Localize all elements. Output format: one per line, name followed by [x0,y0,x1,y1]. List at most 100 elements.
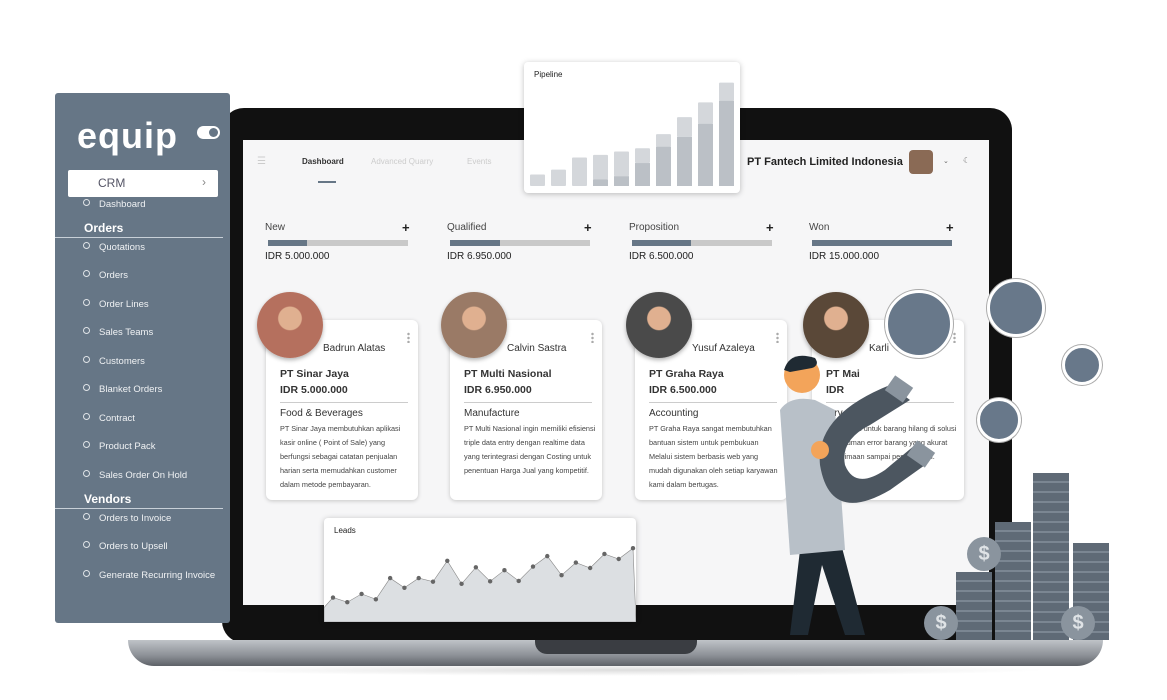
active-tab-indicator [318,181,336,183]
coin-stack [995,522,1031,640]
deal-amount: IDR 6.950.000 [464,384,532,396]
pipeline-bar-lower [593,179,608,186]
contact-bubble-man [987,279,1045,337]
leads-point [330,595,336,600]
pipeline-bar-upper [614,151,629,177]
pipeline-bar-lower [614,176,629,186]
pipeline-chart [530,82,734,186]
sidebar-item-generate-recurring-invoice[interactable]: Generate Recurring Invoice [83,570,215,581]
leads-point [616,556,621,562]
menu-icon[interactable]: ☰ [257,156,266,167]
stage-progress-fill [812,240,952,246]
add-qualified-button[interactable]: + [584,220,592,235]
sidebar-toggle[interactable] [197,126,220,139]
deal-amount: IDR 6.500.000 [649,384,717,396]
pipeline-bar-upper [551,169,566,186]
pipeline-bar-lower [656,146,671,186]
stage-amount: IDR 6.500.000 [629,251,694,262]
sidebar-item-product-pack[interactable]: Product Pack [83,441,156,452]
sidebar-divider [55,237,223,238]
leads-point [587,565,593,571]
tab-advanced-quarry[interactable]: Advanced Quarry [371,157,433,166]
sidebar-item-orders[interactable]: Orders [83,270,128,281]
leads-point [402,585,407,590]
add-won-button[interactable]: + [946,220,954,235]
sidebar-item-customers[interactable]: Customers [83,356,145,367]
contact-avatar [803,292,869,358]
contact-name: Badrun Alatas [323,343,386,354]
person-with-magnet-illustration [780,355,936,635]
pipeline-bar-upper [530,174,545,186]
pipeline-bar-upper [698,102,713,124]
deal-description: PT Multi Nasional ingin memiliki efisien… [464,424,596,475]
sidebar-item-orders-to-upsell[interactable]: Orders to Upsell [83,541,168,552]
module-label: CRM [98,176,126,190]
sidebar-item-contract[interactable]: Contract [83,413,135,424]
sidebar-item-sales-order-on-hold[interactable]: Sales Order On Hold [83,470,187,481]
user-avatar[interactable] [909,150,933,174]
pipeline-bar-upper [572,157,587,186]
more-options-icon[interactable] [953,332,956,343]
leads-point [373,597,379,602]
industry-category: Food & Beverages [280,408,363,419]
stage-progress-fill [268,240,308,246]
contact-avatar [626,292,692,358]
card-divider [464,402,592,403]
sidebar-item-quotations[interactable]: Quotations [83,242,145,253]
industry-category: Manufacture [464,408,520,419]
sidebar-item-sales-teams[interactable]: Sales Teams [83,327,153,338]
leads-point [573,560,579,565]
leads-point [630,546,636,551]
stage-progress-bar [268,240,408,246]
add-proposition-button[interactable]: + [766,220,774,235]
stage-progress-fill [450,240,501,246]
sidebar-item-order-lines[interactable]: Order Lines [83,299,149,310]
stage-label-new: New [265,222,286,233]
dark-mode-icon[interactable]: ☾ [963,156,970,165]
sidebar-heading-orders: Orders [84,221,124,235]
chevron-down-icon[interactable]: ⌄ [943,157,949,165]
leads-point [559,573,564,578]
leads-point [459,581,464,587]
sidebar-item-blanket-orders[interactable]: Blanket Orders [83,384,162,395]
contact-bubble-woman-2 [977,398,1021,442]
more-options-icon[interactable] [776,332,779,343]
leads-point [502,567,507,573]
sidebar-item-orders-to-invoice[interactable]: Orders to Invoice [83,513,171,524]
tab-dashboard[interactable]: Dashboard [302,157,344,166]
leads-point [516,578,521,584]
pipeline-bar-upper [593,154,608,180]
stage-progress-fill [632,240,691,246]
leads-chart-card: Leads [324,518,636,622]
stage-progress-bar [632,240,772,246]
stage-amount: IDR 15.000.000 [809,251,880,262]
leads-point [487,579,493,584]
module-selector-crm[interactable]: CRM › [68,170,218,197]
tab-events[interactable]: Events [467,157,491,166]
pipeline-bar-upper [656,134,671,147]
leads-point [602,551,607,557]
company-name: PT Multi Nasional [464,368,552,380]
leads-point [473,565,479,570]
dollar-coin-icon: $ [924,606,958,640]
industry-category: Accounting [649,408,699,419]
coin-stack [956,572,992,640]
contact-avatar [441,292,507,358]
leads-point [530,564,536,569]
dollar-coin-icon: $ [967,537,1001,571]
pipeline-bar-upper [719,82,734,101]
leads-chart [324,546,636,622]
add-new-button[interactable]: + [402,220,410,235]
pipeline-bar-upper [677,117,692,137]
more-options-icon[interactable] [407,332,410,343]
card-divider [280,402,408,403]
pipeline-bar-lower [698,123,713,186]
pipeline-bar-upper [635,148,650,164]
laptop-notch [535,640,697,654]
logo: equip [77,115,178,156]
pipeline-bar-lower [677,136,692,186]
more-options-icon[interactable] [591,332,594,343]
leads-point [387,575,393,581]
leads-point [416,575,421,581]
sidebar-item-dashboard[interactable]: Dashboard [83,199,145,210]
